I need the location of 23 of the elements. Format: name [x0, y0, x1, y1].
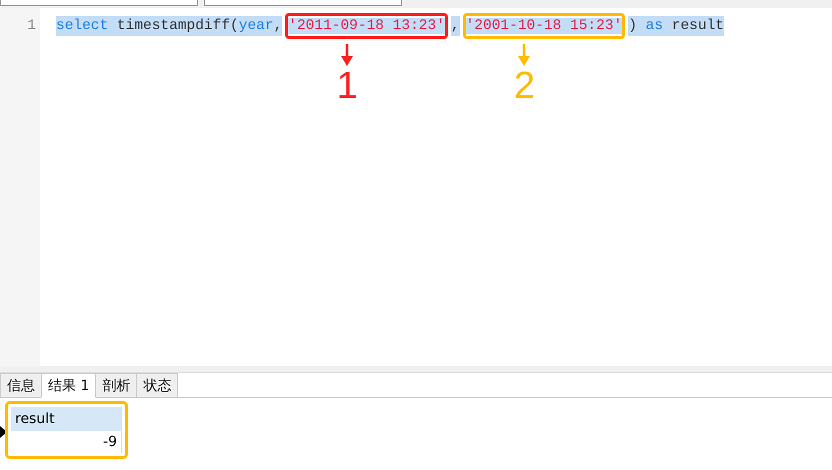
arrow-icon: [339, 44, 356, 66]
toolbar-field[interactable]: [204, 0, 402, 6]
annotation-number: 2: [514, 66, 536, 106]
code-text: result: [663, 16, 724, 36]
annotation-number: 1: [336, 66, 358, 106]
sql-keyword: as: [646, 16, 664, 36]
line-number: 1: [27, 17, 37, 36]
toolbar-field[interactable]: [0, 0, 198, 6]
arrow-icon: [516, 44, 532, 66]
code-text: ,: [450, 16, 460, 36]
column-header[interactable]: result: [11, 407, 122, 431]
code-text: ): [628, 16, 646, 36]
result-tab[interactable]: 结果 1: [41, 373, 96, 398]
sql-keyword: select: [56, 16, 108, 36]
table-cell: -9: [11, 431, 122, 453]
sql-keyword: year: [238, 16, 274, 36]
result-tab[interactable]: 信息: [0, 373, 42, 397]
result-tab[interactable]: 状态: [136, 373, 178, 397]
row-pointer-icon: [0, 426, 7, 438]
result-tab[interactable]: 剖析: [95, 373, 138, 397]
string-literal: '2001-10-18 15:23': [466, 18, 622, 34]
string-literal: '2011-09-18 13:23': [288, 18, 445, 34]
code-text: timestampdiff(: [108, 16, 239, 36]
